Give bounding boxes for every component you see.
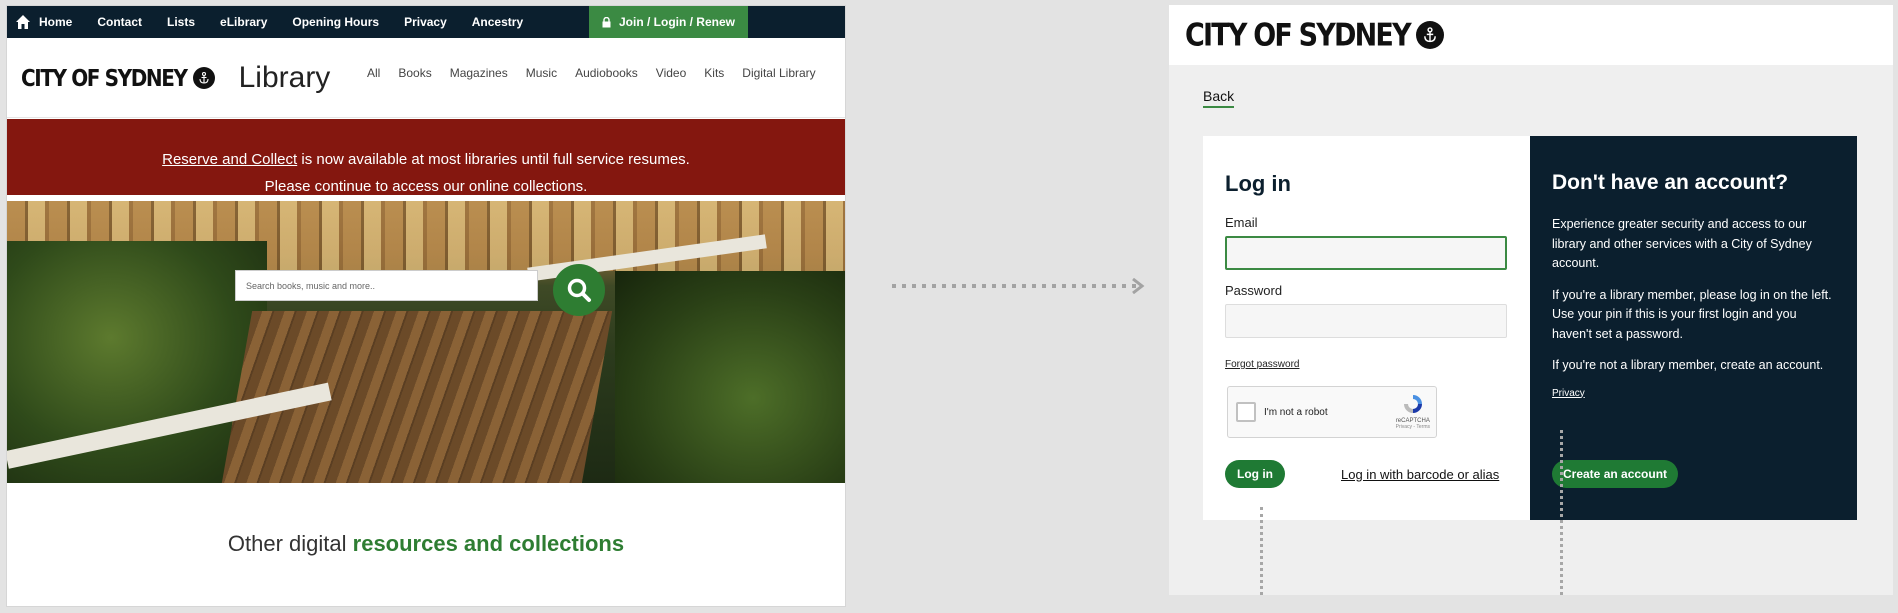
category-kits[interactable]: Kits <box>704 66 724 80</box>
captcha-checkbox[interactable] <box>1236 402 1256 422</box>
member-info-text: If you're a library member, please log i… <box>1552 287 1832 341</box>
account-info-text: Experience greater security and access t… <box>1552 217 1812 270</box>
flow-connector-login <box>1260 507 1263 595</box>
reserve-collect-link[interactable]: Reserve and Collect <box>162 151 297 168</box>
password-label: Password <box>1225 283 1283 298</box>
barcode-login-link[interactable]: Log in with barcode or alias <box>1341 467 1499 482</box>
captcha-label: I'm not a robot <box>1264 406 1328 418</box>
category-audiobooks[interactable]: Audiobooks <box>575 66 638 80</box>
create-account-button[interactable]: Create an account <box>1552 460 1679 488</box>
search-button[interactable] <box>553 264 605 316</box>
join-label: Join / Login / Renew <box>618 15 735 29</box>
top-nav-bar: Home Contact Lists eLibrary Opening Hour… <box>7 6 845 38</box>
lock-icon <box>602 16 611 27</box>
library-search-input[interactable]: Search books, music and more.. <box>235 270 538 301</box>
create-account-heading: Don't have an account? <box>1552 171 1789 194</box>
login-button[interactable]: Log in <box>1225 460 1285 488</box>
topnav-lists[interactable]: Lists <box>167 15 195 29</box>
password-field[interactable] <box>1225 304 1507 338</box>
resources-prefix: Other digital <box>227 531 353 556</box>
email-field[interactable] <box>1225 236 1507 270</box>
login-header: CITY OF SYDNEY <box>1169 5 1893 65</box>
join-login-renew-button[interactable]: Join / Login / Renew <box>589 6 748 38</box>
resources-heading: Other digital resources and collections <box>7 483 845 557</box>
hero-image: Search books, music and more.. <box>7 201 845 483</box>
service-banner: Reserve and Collect is now available at … <box>7 119 845 195</box>
library-homepage: Home Contact Lists eLibrary Opening Hour… <box>6 5 846 607</box>
topnav-opening-hours[interactable]: Opening Hours <box>292 15 379 29</box>
login-card: Log in Email Password Forgot password I'… <box>1203 136 1857 520</box>
category-all[interactable]: All <box>367 66 380 80</box>
topnav-home[interactable]: Home <box>39 15 72 29</box>
flow-connector-create <box>1560 430 1563 595</box>
resources-highlight: resources and collections <box>352 531 625 556</box>
email-label: Email <box>1225 215 1258 230</box>
login-form: Log in Email Password Forgot password I'… <box>1203 136 1530 520</box>
create-account-panel: Don't have an account? Experience greate… <box>1530 136 1857 520</box>
library-header: CITY OF SYDNEY Library All Books Magazin… <box>7 38 845 118</box>
category-nav: All Books Magazines Music Audiobooks Vid… <box>367 66 834 80</box>
forgot-password-link[interactable]: Forgot password <box>1225 359 1508 370</box>
category-music[interactable]: Music <box>526 66 557 80</box>
back-link[interactable]: Back <box>1203 88 1235 108</box>
category-magazines[interactable]: Magazines <box>450 66 508 80</box>
home-icon[interactable] <box>13 12 33 32</box>
recaptcha-logo-icon <box>1403 395 1422 413</box>
logo-text: CITY OF SYDNEY <box>21 63 188 92</box>
city-of-sydney-logo[interactable]: CITY OF SYDNEY <box>21 63 215 92</box>
search-icon <box>567 278 591 302</box>
library-title: Library <box>238 60 331 94</box>
category-digital-library[interactable]: Digital Library <box>742 66 815 80</box>
login-heading: Log in <box>1225 171 1291 196</box>
stage: Home Contact Lists eLibrary Opening Hour… <box>0 0 1898 613</box>
category-video[interactable]: Video <box>656 66 686 80</box>
captcha-terms[interactable]: Privacy - Terms <box>1396 424 1430 430</box>
category-books[interactable]: Books <box>398 66 431 80</box>
topnav-contact[interactable]: Contact <box>97 15 142 29</box>
privacy-link[interactable]: Privacy <box>1552 388 1835 399</box>
recaptcha-widget: I'm not a robot reCAPTCHA Privacy - Term… <box>1227 386 1437 438</box>
anchor-seal-icon <box>1415 21 1444 49</box>
anchor-seal-icon <box>192 66 215 89</box>
topnav-privacy[interactable]: Privacy <box>404 15 447 29</box>
topnav-elibrary[interactable]: eLibrary <box>220 15 267 29</box>
topnav-ancestry[interactable]: Ancestry <box>472 15 523 29</box>
login-page: CITY OF SYDNEY Back Log in Email Passwor… <box>1169 5 1893 595</box>
banner-line1: is now available at most libraries until… <box>297 151 690 168</box>
login-logo-text[interactable]: CITY OF SYDNEY <box>1185 17 1412 53</box>
transition-arrow-icon <box>892 278 1145 294</box>
non-member-info-text: If you're not a library member, create a… <box>1552 358 1824 372</box>
